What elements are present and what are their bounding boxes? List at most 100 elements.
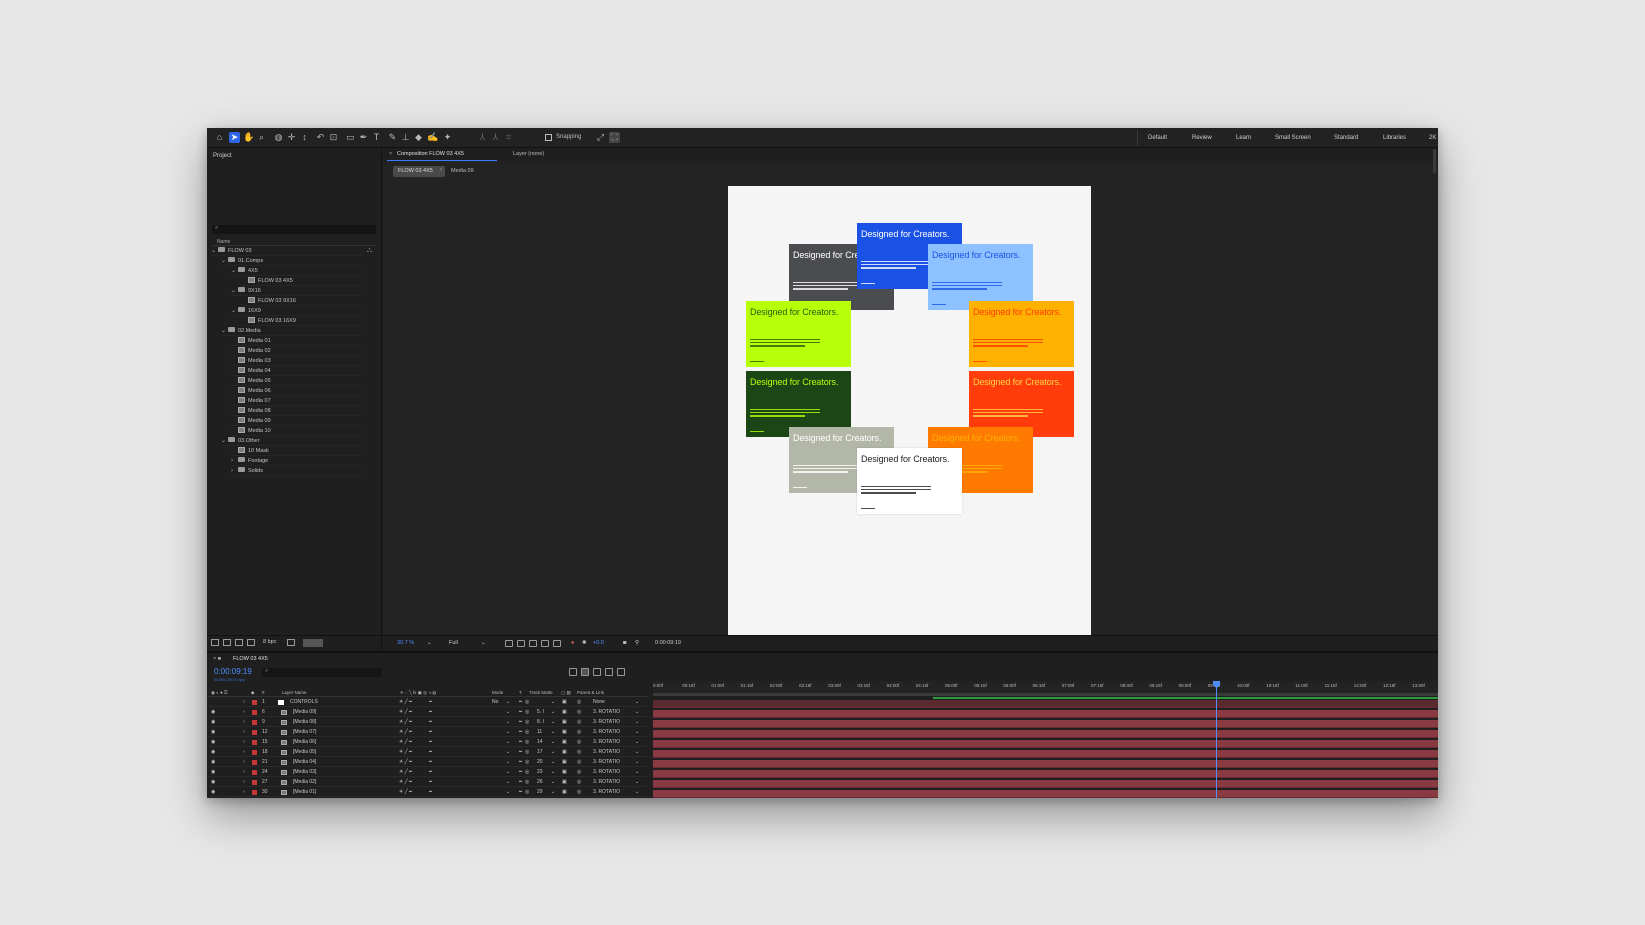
track-matte-dropdown[interactable]: 29 <box>537 788 543 797</box>
project-comp-item[interactable]: FLOW 03 16X9 <box>241 316 363 326</box>
view-options-icon[interactable] <box>553 640 561 647</box>
timeline-tab[interactable]: FLOW 03 4X5 <box>233 656 268 662</box>
workspace-learn[interactable]: Learn <box>1236 135 1251 141</box>
matte-link-icon[interactable]: ◎ <box>525 698 529 707</box>
parent-dropdown[interactable]: None <box>593 698 605 707</box>
expand-chevron-icon[interactable]: › <box>243 738 245 747</box>
pen-tool-icon[interactable]: ✒ <box>358 132 369 143</box>
project-folder-item[interactable]: › Footage <box>231 456 363 466</box>
label-color-swatch[interactable] <box>252 790 257 795</box>
track-matte-dropdown[interactable]: 8. I <box>537 718 544 727</box>
close-tab-icon[interactable]: × ■ <box>213 656 221 662</box>
switches-icons[interactable]: ✳ ╱ ━ <box>399 728 412 737</box>
label-color-swatch[interactable] <box>252 750 257 755</box>
motion-blur-icon[interactable] <box>605 668 613 676</box>
matte-link-icon[interactable]: ◎ <box>525 758 529 767</box>
matte-mode-icon[interactable]: ▣ <box>562 758 567 767</box>
rectangle-tool-icon[interactable]: ▭ <box>345 132 356 143</box>
chevron-down-icon[interactable]: ⌄ <box>551 768 555 777</box>
dolly-tool-icon[interactable]: ↕ <box>299 132 310 143</box>
pickwhip-icon[interactable]: ◎ <box>577 698 581 707</box>
layer-duration-bar[interactable] <box>653 710 1438 718</box>
layer-name[interactable]: [Media 01] <box>293 788 316 797</box>
project-comp-item[interactable]: Media 02 <box>231 346 363 356</box>
new-folder-icon[interactable] <box>223 639 231 646</box>
expand-chevron-icon[interactable]: › <box>243 778 245 787</box>
matte-mode-icon[interactable]: ▣ <box>562 778 567 787</box>
pickwhip-icon[interactable]: ◎ <box>577 748 581 757</box>
project-comp-item[interactable]: Media 04 <box>231 366 363 376</box>
project-comp-item[interactable]: Media 03 <box>231 356 363 366</box>
exposure-icon[interactable]: ✺ <box>582 640 587 646</box>
chevron-down-icon[interactable]: ⌄ <box>551 778 555 787</box>
layer-name[interactable]: [Media 07] <box>293 728 316 737</box>
switches-icons[interactable]: ✳ ╱ ━ <box>399 758 412 767</box>
chevron-right-icon[interactable]: › <box>231 466 238 476</box>
clone-stamp-tool-icon[interactable]: ⊥ <box>400 132 411 143</box>
parent-dropdown[interactable]: 3. ROTATIO <box>593 768 620 777</box>
track-matte-dropdown[interactable]: 14 <box>537 738 543 747</box>
project-folder-item[interactable]: ⌄ 01.Comps <box>221 256 363 266</box>
project-comp-item[interactable]: Media 01 <box>231 336 363 346</box>
resolution-dropdown[interactable]: Full <box>449 640 458 646</box>
transparency-grid-icon[interactable] <box>517 640 525 647</box>
breadcrumb-next[interactable]: Media 09 <box>451 168 474 174</box>
roto-brush-tool-icon[interactable]: ✍ <box>427 132 438 143</box>
work-area-bar[interactable] <box>653 693 1438 696</box>
layer-row[interactable]: ◉ › 15 [Media 06] ✳ ╱ ━ ━ ⌄ ━ ◎ 14 ⌄ ▣ ◎ 3. ROTATIO ⌄ <box>207 738 647 747</box>
workspace-standard[interactable]: Standard <box>1334 135 1358 141</box>
layer-name[interactable]: [Media 05] <box>293 748 316 757</box>
parent-dropdown[interactable]: 3. ROTATIO <box>593 788 620 797</box>
shy-layers-icon[interactable] <box>581 668 589 676</box>
chevron-down-icon[interactable]: ⌄ <box>635 728 639 737</box>
chevron-down-icon[interactable]: ⌄ <box>506 728 510 737</box>
snapping-checkbox[interactable] <box>545 134 552 141</box>
layer-row[interactable]: ◉ › 9 [Media 08] ✳ ╱ ━ ━ ⌄ ━ ◎ 8. I ⌄ ▣ ◎ 3. ROTATIO ⌄ <box>207 718 647 727</box>
switch-boxes[interactable]: ━ <box>429 718 432 727</box>
label-color-swatch[interactable] <box>252 770 257 775</box>
chevron-down-icon[interactable]: ⌄ <box>506 788 510 797</box>
chevron-down-icon[interactable]: ⌄ <box>506 718 510 727</box>
parent-dropdown[interactable]: 3. ROTATIO <box>593 708 620 717</box>
axis-world-icon[interactable]: ⅄ <box>490 132 501 143</box>
exposure-value[interactable]: +0.0 <box>593 640 604 646</box>
track-matte-dropdown[interactable]: 23 <box>537 768 543 777</box>
composition-canvas[interactable]: Designed for Creators. Designed for Creat… <box>728 186 1091 639</box>
thumbnail-slider[interactable] <box>303 639 323 647</box>
switch-boxes[interactable]: ━ <box>429 768 432 777</box>
chevron-down-icon[interactable]: ⌄ <box>481 640 486 646</box>
track-matte-dropdown[interactable]: 17 <box>537 748 543 757</box>
graph-editor-icon[interactable] <box>617 668 625 676</box>
pan-tool-icon[interactable]: ✛ <box>286 132 297 143</box>
project-folder-item[interactable]: ⌄ FLOW 03 <box>211 246 363 256</box>
selection-tool-icon[interactable]: ➤ <box>229 132 240 143</box>
chevron-down-icon[interactable]: ⌄ <box>635 748 639 757</box>
matte-mode-icon[interactable]: ▣ <box>562 768 567 777</box>
matte-link-icon[interactable]: ◎ <box>525 718 529 727</box>
layer-name[interactable]: [Media 08] <box>293 718 316 727</box>
pickwhip-icon[interactable]: ◎ <box>577 788 581 797</box>
pickwhip-icon[interactable]: ◎ <box>577 718 581 727</box>
chevron-down-icon[interactable]: ⌄ <box>635 698 639 707</box>
project-comp-item[interactable]: Media 10 <box>231 426 363 436</box>
chevron-down-icon[interactable]: ⌄ <box>221 256 228 266</box>
matte-link-icon[interactable]: ◎ <box>525 768 529 777</box>
pickwhip-icon[interactable]: ◎ <box>577 738 581 747</box>
chevron-down-icon[interactable]: ⌄ <box>551 708 555 717</box>
matte-mode-icon[interactable]: ▣ <box>562 728 567 737</box>
project-comp-item[interactable]: Media 07 <box>231 396 363 406</box>
expand-chevron-icon[interactable]: › <box>243 768 245 777</box>
project-folder-item[interactable]: ⌄ 16X9 <box>231 306 363 316</box>
chevron-down-icon[interactable]: ⌄ <box>635 738 639 747</box>
parent-dropdown[interactable]: 3. ROTATIO <box>593 778 620 787</box>
project-comp-item[interactable]: FLOW 03 9X16 <box>241 296 363 306</box>
switches-icons[interactable]: ✳ ╱ ━ <box>399 718 412 727</box>
orbit-tool-icon[interactable]: ◍ <box>273 132 284 143</box>
eraser-tool-icon[interactable]: ◆ <box>413 132 424 143</box>
switches-icons[interactable]: ✳ ╱ ━ <box>399 698 412 707</box>
pan-behind-tool-icon[interactable]: ⊡ <box>328 132 339 143</box>
chevron-down-icon[interactable]: ⌄ <box>551 788 555 797</box>
puppet-tool-icon[interactable]: ✦ <box>442 132 453 143</box>
chevron-down-icon[interactable]: ⌄ <box>506 758 510 767</box>
matte-mode-icon[interactable]: ▣ <box>562 738 567 747</box>
